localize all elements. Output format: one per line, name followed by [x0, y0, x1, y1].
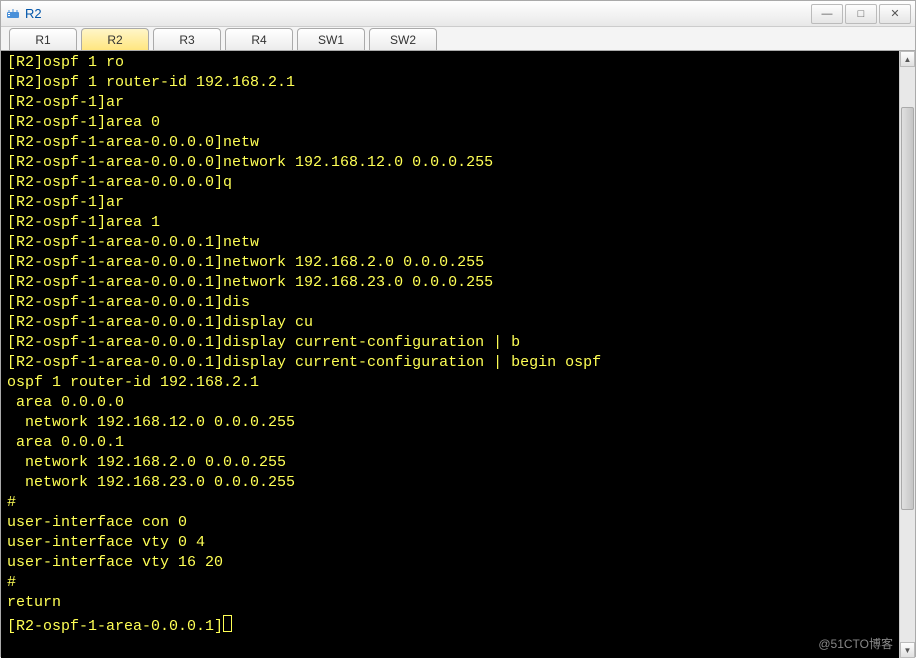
terminal-line: [R2-ospf-1]area 1	[7, 213, 893, 233]
terminal-line: [R2-ospf-1-area-0.0.0.1]display current-…	[7, 333, 893, 353]
terminal-line: [R2-ospf-1-area-0.0.0.1]dis	[7, 293, 893, 313]
terminal-line: [R2-ospf-1-area-0.0.0.0]q	[7, 173, 893, 193]
tab-r3[interactable]: R3	[153, 28, 221, 50]
terminal-line: ospf 1 router-id 192.168.2.1	[7, 373, 893, 393]
terminal-line: return	[7, 593, 893, 613]
terminal-line: [R2-ospf-1-area-0.0.0.1]network 192.168.…	[7, 253, 893, 273]
terminal-line: [R2]ospf 1 ro	[7, 53, 893, 73]
terminal-line: [R2-ospf-1]area 0	[7, 113, 893, 133]
minimize-button[interactable]: —	[811, 4, 843, 24]
window-titlebar: R2 — □ ✕	[1, 1, 915, 27]
scroll-track[interactable]	[900, 67, 915, 642]
terminal-line: [R2-ospf-1-area-0.0.0.1]display current-…	[7, 353, 893, 373]
tab-bar: R1 R2 R3 R4 SW1 SW2	[1, 27, 915, 51]
vertical-scrollbar[interactable]: ▲ ▼	[899, 51, 915, 658]
terminal-line: [R2-ospf-1-area-0.0.0.1]network 192.168.…	[7, 273, 893, 293]
terminal-line: [R2]ospf 1 router-id 192.168.2.1	[7, 73, 893, 93]
terminal-line: [R2-ospf-1-area-0.0.0.1]display cu	[7, 313, 893, 333]
scroll-thumb[interactable]	[901, 107, 914, 510]
terminal-line: #	[7, 493, 893, 513]
scroll-down-button[interactable]: ▼	[900, 642, 915, 658]
terminal-line: [R2-ospf-1]ar	[7, 93, 893, 113]
terminal-line: network 192.168.2.0 0.0.0.255	[7, 453, 893, 473]
terminal-line: user-interface con 0	[7, 513, 893, 533]
terminal-line: #	[7, 573, 893, 593]
tab-r2[interactable]: R2	[81, 28, 149, 50]
terminal-prompt[interactable]: [R2-ospf-1-area-0.0.0.1]	[7, 613, 893, 633]
window-title: R2	[25, 6, 809, 21]
terminal-line: area 0.0.0.0	[7, 393, 893, 413]
tab-r4[interactable]: R4	[225, 28, 293, 50]
close-button[interactable]: ✕	[879, 4, 911, 24]
tab-sw1[interactable]: SW1	[297, 28, 365, 50]
app-icon	[5, 6, 21, 22]
window-controls: — □ ✕	[809, 4, 911, 24]
terminal-line: user-interface vty 0 4	[7, 533, 893, 553]
tab-sw2[interactable]: SW2	[369, 28, 437, 50]
scroll-up-button[interactable]: ▲	[900, 51, 915, 67]
terminal-line: [R2-ospf-1-area-0.0.0.1]netw	[7, 233, 893, 253]
terminal-line: [R2-ospf-1-area-0.0.0.0]network 192.168.…	[7, 153, 893, 173]
tab-r1[interactable]: R1	[9, 28, 77, 50]
terminal-line: [R2-ospf-1-area-0.0.0.0]netw	[7, 133, 893, 153]
cursor	[223, 615, 232, 632]
terminal-line: network 192.168.12.0 0.0.0.255	[7, 413, 893, 433]
maximize-button[interactable]: □	[845, 4, 877, 24]
terminal[interactable]: [R2]ospf 1 ro[R2]ospf 1 router-id 192.16…	[1, 51, 899, 658]
terminal-line: [R2-ospf-1]ar	[7, 193, 893, 213]
terminal-line: user-interface vty 16 20	[7, 553, 893, 573]
terminal-line: network 192.168.23.0 0.0.0.255	[7, 473, 893, 493]
terminal-line: area 0.0.0.1	[7, 433, 893, 453]
terminal-area: [R2]ospf 1 ro[R2]ospf 1 router-id 192.16…	[1, 51, 915, 658]
